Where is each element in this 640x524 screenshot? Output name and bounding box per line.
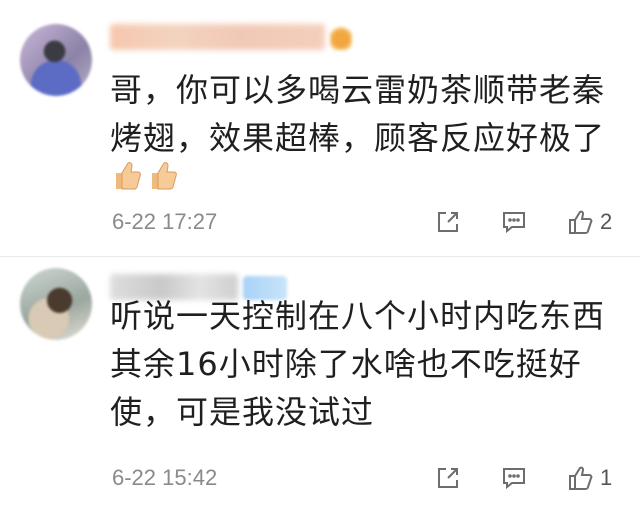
reply-button[interactable] xyxy=(500,462,528,494)
comment-text: 听说一天控制在八个小时内吃东西 其余16小时除了水啥也不吃挺好 使，可是我没试过 xyxy=(110,292,620,436)
share-button[interactable] xyxy=(434,206,462,238)
like-button[interactable]: 2 xyxy=(566,206,612,238)
comment-line: 听说一天控制在八个小时内吃东西 xyxy=(110,297,606,335)
like-button[interactable]: 1 xyxy=(566,462,612,494)
comment-item: 听说一天控制在八个小时内吃东西 其余16小时除了水啥也不吃挺好 使，可是我没试过… xyxy=(0,258,640,524)
thumbs-up-emoji-icon xyxy=(146,158,178,192)
username-redacted[interactable] xyxy=(110,24,325,50)
thumbs-up-emoji-icon xyxy=(110,158,142,192)
like-count: 1 xyxy=(600,465,613,490)
comment-line: 哥，你可以多喝云雷奶茶顺带老秦 xyxy=(110,71,606,109)
comment-line: 烤翅，效果超棒，顾客反应好极了 xyxy=(110,119,606,157)
share-button[interactable] xyxy=(434,462,462,494)
timestamp: 6-22 17:27 xyxy=(112,209,218,234)
user-badge-icon xyxy=(330,26,352,50)
comment-text: 哥，你可以多喝云雷奶茶顺带老秦 烤翅，效果超棒，顾客反应好极了 xyxy=(110,66,620,162)
divider xyxy=(0,256,640,257)
timestamp: 6-22 15:42 xyxy=(112,465,218,490)
thumbs-up-icon xyxy=(569,210,593,234)
thumbs-up-icon xyxy=(569,466,593,490)
emoji-row xyxy=(110,158,178,192)
reply-icon xyxy=(503,212,525,234)
comment-item: 哥，你可以多喝云雷奶茶顺带老秦 烤翅，效果超棒，顾客反应好极了 6-22 17:… xyxy=(0,0,640,258)
avatar[interactable] xyxy=(20,268,92,340)
reply-icon xyxy=(503,468,525,490)
avatar[interactable] xyxy=(20,24,92,96)
comment-line: 其余16小时除了水啥也不吃挺好 xyxy=(110,345,582,383)
reply-button[interactable] xyxy=(500,206,528,238)
share-icon xyxy=(438,468,458,488)
comment-line: 使，可是我没试过 xyxy=(110,393,375,431)
share-icon xyxy=(438,212,458,232)
like-count: 2 xyxy=(600,209,613,234)
